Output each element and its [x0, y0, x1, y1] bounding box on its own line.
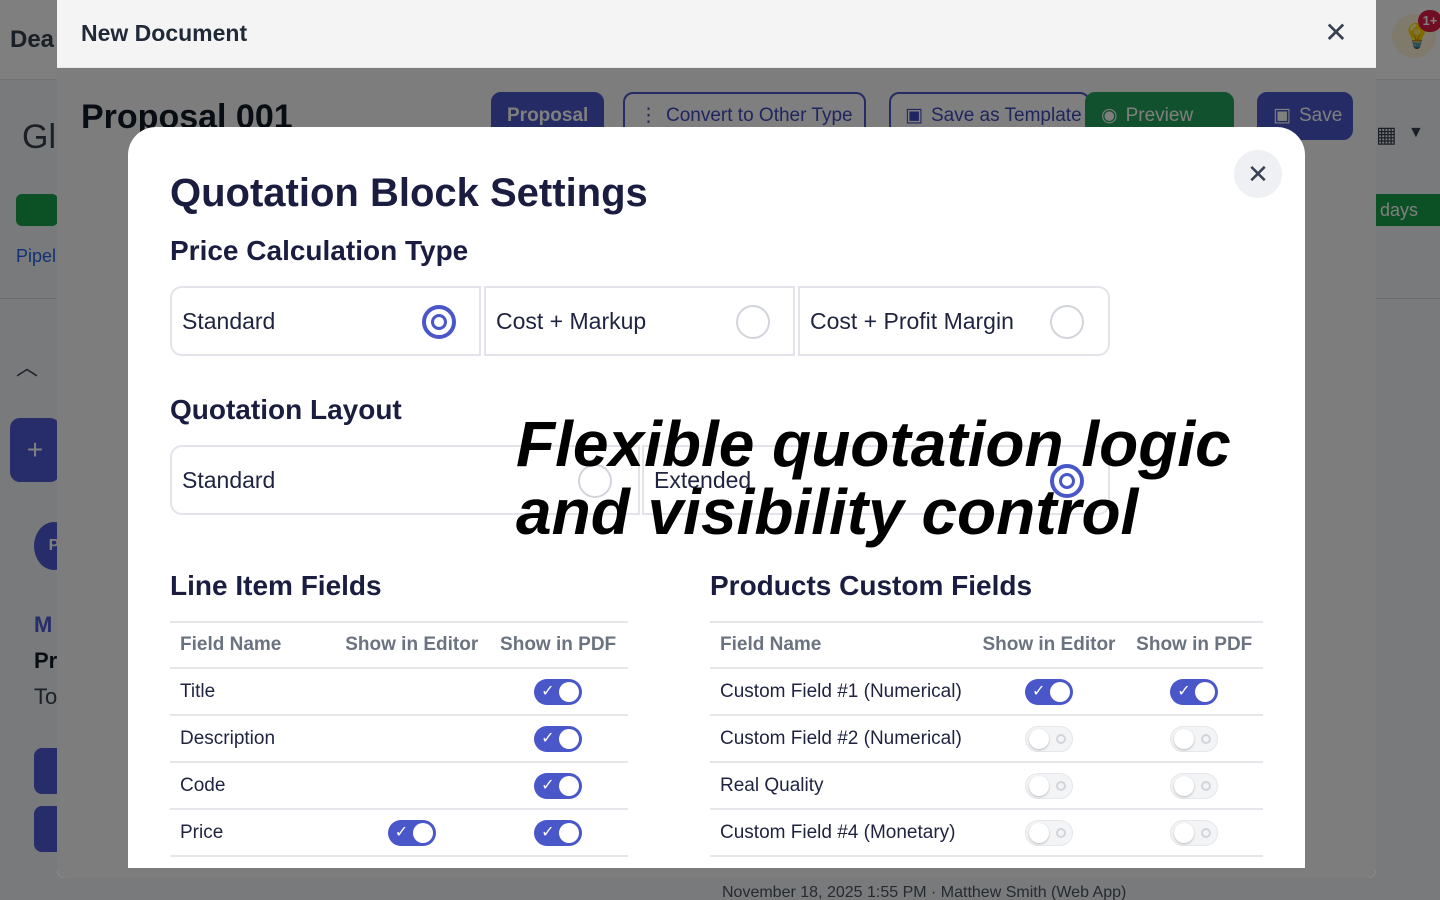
products-custom-table: Field Name Show in Editor Show in PDF Cu… [710, 621, 1263, 857]
show-in-editor-cell [972, 762, 1126, 810]
table-row: Custom Field #1 (Numerical) [710, 668, 1263, 716]
table-body: TitleDescriptionCodePrice [170, 668, 628, 857]
quotation-settings-modal: ✕ Quotation Block Settings Price Calcula… [128, 127, 1305, 868]
column-header: Show in Editor [972, 621, 1126, 669]
price-calc-heading: Price Calculation Type [170, 235, 469, 266]
show-in-editor-cell [335, 668, 489, 716]
radio[interactable] [1050, 305, 1084, 339]
show-in-editor-toggle[interactable] [1024, 678, 1073, 705]
field-name: Custom Field #1 (Numerical) [710, 668, 973, 716]
table-row: Title [170, 668, 628, 716]
table-row: Custom Field #2 (Numerical) [710, 715, 1263, 763]
field-name: Code [170, 762, 336, 810]
show-in-editor-cell [972, 809, 1126, 857]
table-header-row: Field Name Show in Editor Show in PDF [710, 621, 1263, 669]
layout-option-extended[interactable]: Extended [642, 445, 1110, 515]
show-in-pdf-toggle[interactable] [534, 772, 583, 799]
show-in-editor-cell [972, 668, 1126, 716]
show-in-pdf-toggle[interactable] [534, 819, 583, 846]
option-label: Cost + Profit Margin [810, 308, 1014, 334]
show-in-pdf-cell [488, 809, 628, 857]
show-in-editor-toggle[interactable] [1024, 819, 1073, 846]
show-in-pdf-toggle[interactable] [1170, 678, 1219, 705]
show-in-pdf-cell [488, 715, 628, 763]
close-icon[interactable]: ✕ [1234, 150, 1282, 198]
show-in-editor-toggle[interactable] [387, 819, 436, 846]
radio[interactable] [736, 305, 770, 339]
table-row: Code [170, 762, 628, 810]
table-header-row: Field Name Show in Editor Show in PDF [170, 621, 628, 669]
show-in-pdf-cell [1125, 809, 1263, 857]
table-row: Description [170, 715, 628, 763]
new-document-modal: New Document ✕ Proposal 001 Proposal ⋮Co… [57, 0, 1376, 878]
show-in-pdf-toggle[interactable] [1170, 725, 1219, 752]
show-in-editor-cell [335, 809, 489, 857]
option-label: Standard [182, 308, 276, 334]
table-row: Price [170, 809, 628, 857]
column-header: Show in Editor [335, 621, 489, 669]
column-header: Show in PDF [1125, 621, 1263, 669]
price-option-cost-profit[interactable]: Cost + Profit Margin [798, 286, 1110, 356]
show-in-pdf-toggle[interactable] [534, 725, 583, 752]
show-in-editor-toggle[interactable] [1024, 725, 1073, 752]
price-option-standard[interactable]: Standard [170, 286, 481, 356]
table-row: Real Quality [710, 762, 1263, 810]
column-header: Show in PDF [488, 621, 628, 669]
show-in-editor-cell [335, 715, 489, 763]
table-body: Custom Field #1 (Numerical)Custom Field … [710, 668, 1263, 857]
show-in-pdf-cell [488, 668, 628, 716]
close-icon[interactable]: ✕ [1321, 18, 1351, 48]
field-name: Custom Field #2 (Numerical) [710, 715, 973, 763]
field-name: Real Quality [710, 762, 973, 810]
show-in-pdf-cell [1125, 715, 1263, 763]
option-label: Extended [654, 467, 752, 493]
show-in-pdf-cell [488, 762, 628, 810]
field-name: Custom Field #4 (Monetary) [710, 809, 973, 857]
field-name: Description [170, 715, 336, 763]
show-in-pdf-toggle[interactable] [1170, 819, 1219, 846]
price-option-cost-markup[interactable]: Cost + Markup [484, 286, 795, 356]
radio[interactable] [578, 464, 612, 498]
products-custom-heading: Products Custom Fields [710, 570, 1033, 601]
line-items-table: Field Name Show in Editor Show in PDF Ti… [170, 621, 628, 857]
settings-title: Quotation Block Settings [170, 171, 648, 215]
column-header: Field Name [710, 621, 973, 669]
modal-title: New Document [81, 20, 248, 46]
field-name: Price [170, 809, 336, 857]
show-in-pdf-cell [1125, 762, 1263, 810]
show-in-pdf-toggle[interactable] [1170, 772, 1219, 799]
option-label: Cost + Markup [496, 308, 647, 334]
show-in-editor-cell [335, 762, 489, 810]
show-in-pdf-toggle[interactable] [534, 678, 583, 705]
radio-selected[interactable] [422, 305, 456, 339]
show-in-pdf-cell [1125, 668, 1263, 716]
field-name: Title [170, 668, 336, 716]
show-in-editor-toggle[interactable] [1024, 772, 1073, 799]
line-items-heading: Line Item Fields [170, 570, 382, 601]
layout-option-standard[interactable]: Standard [170, 445, 640, 515]
layout-heading: Quotation Layout [170, 394, 402, 425]
radio-selected[interactable] [1050, 464, 1084, 498]
modal-header: New Document ✕ [57, 0, 1376, 68]
show-in-editor-cell [972, 715, 1126, 763]
option-label: Standard [182, 467, 276, 493]
column-header: Field Name [170, 621, 336, 669]
table-row: Custom Field #4 (Monetary) [710, 809, 1263, 857]
